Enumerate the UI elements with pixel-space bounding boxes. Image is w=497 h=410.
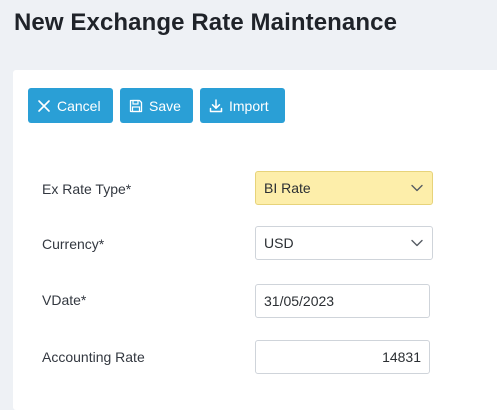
accounting-rate-value: 14831	[382, 349, 421, 365]
currency-label: Currency*	[42, 236, 105, 252]
accounting-rate-label: Accounting Rate	[42, 349, 145, 365]
page-title: New Exchange Rate Maintenance	[14, 9, 398, 36]
form-card: Cancel Save Import Ex Rate Type* BI Rate…	[13, 70, 497, 410]
vdate-label: VDate*	[42, 292, 87, 308]
currency-select[interactable]: USD	[255, 226, 433, 260]
accounting-rate-input[interactable]: 14831	[255, 340, 430, 374]
ex-rate-type-value: BI Rate	[264, 180, 311, 196]
download-icon	[209, 98, 223, 113]
cancel-button[interactable]: Cancel	[28, 88, 113, 123]
toolbar: Cancel Save Import	[28, 88, 285, 123]
chevron-down-icon	[410, 236, 424, 250]
save-button-label: Save	[149, 97, 181, 114]
import-button[interactable]: Import	[200, 88, 285, 123]
vdate-value: 31/05/2023	[264, 293, 335, 309]
vdate-input[interactable]: 31/05/2023	[255, 284, 430, 318]
ex-rate-type-select[interactable]: BI Rate	[255, 171, 433, 205]
chevron-down-icon	[410, 181, 424, 195]
save-icon	[129, 99, 143, 113]
currency-value: USD	[264, 235, 294, 251]
close-icon	[37, 99, 51, 113]
ex-rate-type-label: Ex Rate Type*	[42, 181, 132, 197]
cancel-button-label: Cancel	[57, 97, 101, 114]
save-button[interactable]: Save	[120, 88, 193, 123]
import-button-label: Import	[229, 97, 269, 114]
